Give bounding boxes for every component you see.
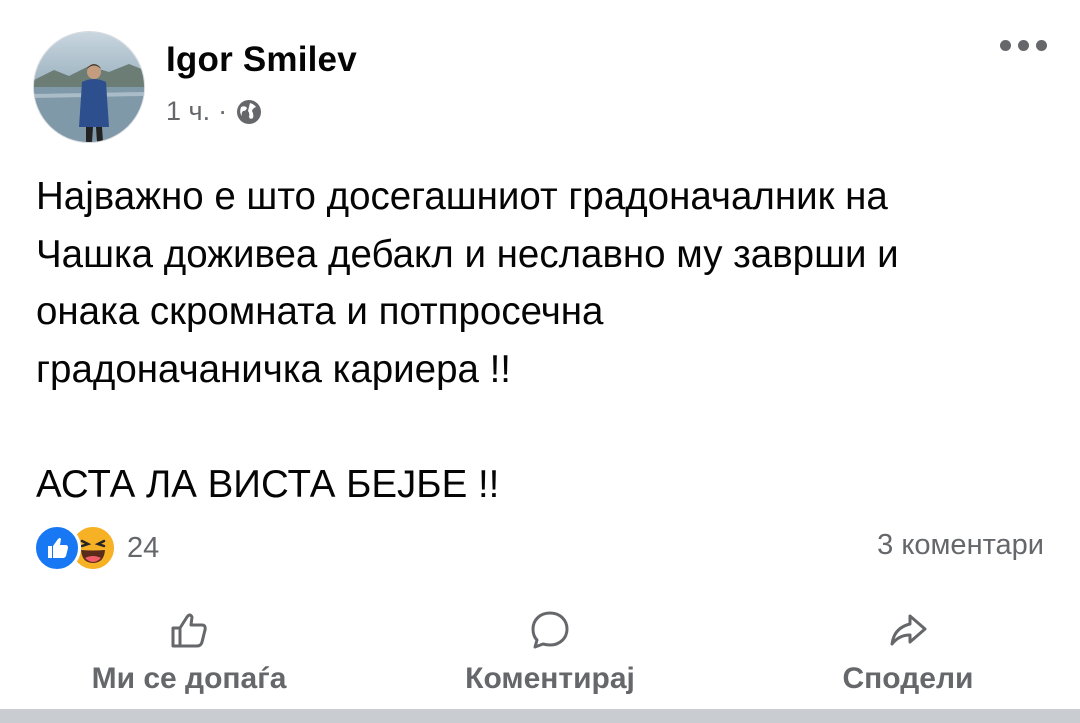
action-bar: Ми се допаѓа Коментирај Сподели <box>0 600 1080 705</box>
dot-icon <box>1018 40 1029 51</box>
meta-separator: · <box>218 96 228 126</box>
post-text-line: АСТА ЛА ВИСТА БЕЈБЕ !! <box>36 462 500 506</box>
thumbs-up-icon <box>171 613 207 648</box>
post-text: Најважно е што досегашниот градоначалник… <box>36 168 1056 513</box>
post-text-line: Чашка доживеа дебакл и неславно му заврш… <box>36 232 899 276</box>
avatar-photo <box>34 32 144 142</box>
post-timestamp[interactable]: 1 ч. <box>166 96 210 127</box>
reactions-summary[interactable]: 24 <box>33 524 159 572</box>
comment-bubble-icon <box>531 611 569 649</box>
comment-button[interactable]: Коментирај <box>400 600 700 705</box>
share-button[interactable]: Сподели <box>758 600 1058 705</box>
avatar[interactable] <box>33 31 145 143</box>
share-arrow-icon <box>890 614 927 646</box>
author-name[interactable]: Igor Smilev <box>166 40 357 80</box>
like-reaction-icon <box>33 524 81 572</box>
comments-count[interactable]: 3 коментари <box>877 529 1044 562</box>
comment-button-label: Коментирај <box>465 662 635 695</box>
more-options-button[interactable] <box>1000 40 1047 51</box>
dot-icon <box>1000 40 1011 51</box>
like-button[interactable]: Ми се допаѓа <box>39 600 339 705</box>
like-button-label: Ми се допаѓа <box>91 662 287 695</box>
post-text-line: онака скромната и потпросечна <box>36 290 604 333</box>
post-meta: 1 ч. · <box>166 96 263 127</box>
dot-icon <box>1036 40 1047 51</box>
reaction-count: 24 <box>127 531 160 564</box>
share-button-label: Сподели <box>842 662 974 695</box>
card-divider <box>0 709 1080 723</box>
post-text-line: Најважно е што досегашниот градоначалник… <box>36 175 888 218</box>
globe-icon <box>237 99 262 124</box>
post-text-line: градоначаничка кариера !! <box>36 347 512 391</box>
